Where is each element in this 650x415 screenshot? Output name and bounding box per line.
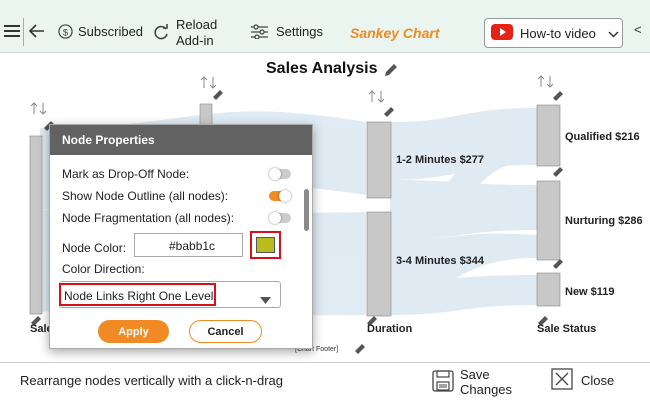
sliders-icon	[251, 24, 268, 39]
pencil-icon[interactable]	[213, 90, 223, 100]
color-direction-value: Node Links Right One Level	[64, 289, 214, 303]
color-swatch[interactable]	[256, 237, 275, 253]
svg-text:$: $	[63, 27, 69, 37]
pencil-icon[interactable]	[385, 64, 397, 76]
link-band	[390, 275, 537, 315]
hamburger-menu-icon[interactable]	[4, 24, 20, 38]
divider	[23, 18, 24, 46]
reload-addin-button[interactable]: Reload Add-in	[152, 17, 217, 49]
close-label: Close	[581, 373, 615, 388]
close-button[interactable]: Close	[551, 368, 614, 393]
node-label-3-4-minutes: 3-4 Minutes $344	[396, 255, 485, 267]
sort-arrows	[30, 75, 554, 115]
node-properties-dialog: Node Properties Mark as Drop-Off Node: S…	[49, 124, 313, 349]
save-label-line2: Changes	[460, 382, 513, 397]
outline-toggle[interactable]	[269, 190, 291, 202]
drop-off-toggle[interactable]	[269, 168, 291, 180]
howto-label: How-to video	[520, 25, 596, 41]
dollar-circle-icon: $	[58, 24, 73, 39]
pencil-icon[interactable]	[553, 259, 563, 269]
collapse-pane-icon[interactable]: <	[634, 22, 642, 37]
reload-label-line1: Reload	[176, 17, 218, 32]
chevron-down-icon	[608, 26, 619, 41]
howto-video-dropdown[interactable]: How-to video	[484, 18, 623, 48]
node-label-qualified: Qualified $216	[565, 131, 640, 143]
dialog-title: Node Properties	[50, 125, 312, 155]
settings-label: Settings	[276, 24, 323, 39]
node-sale[interactable]	[29, 135, 43, 315]
settings-button[interactable]: Settings	[251, 24, 323, 39]
node-new[interactable]	[536, 272, 561, 307]
toolbar: $ Subscribed Reload Add-in Settings Sank…	[0, 0, 650, 53]
pencil-icon[interactable]	[553, 91, 563, 101]
column-label-duration[interactable]: Duration	[367, 323, 412, 335]
node-label-1-2-minutes: 1-2 Minutes $277	[396, 154, 485, 166]
subscribed-button[interactable]: $ Subscribed	[58, 24, 143, 39]
color-swatch-highlight	[250, 231, 281, 259]
sort-arrows-icon[interactable]	[537, 75, 554, 88]
sort-arrows-icon[interactable]	[200, 76, 217, 89]
pencil-icon[interactable]	[384, 107, 394, 117]
outline-label: Show Node Outline (all nodes):	[62, 189, 229, 203]
sort-arrows-icon[interactable]	[30, 102, 47, 115]
node-label-nurturing: Nurturing $286	[565, 215, 643, 227]
node-qualified[interactable]	[536, 104, 561, 167]
chart-title[interactable]: Sales Analysis	[266, 60, 377, 78]
drag-hint: Rearrange nodes vertically with a click-…	[20, 373, 284, 388]
brand-title: Sankey Chart	[350, 25, 440, 41]
fragmentation-label: Node Fragmentation (all nodes):	[62, 211, 235, 225]
apply-button[interactable]: Apply	[98, 320, 169, 343]
save-label-line1: Save	[460, 367, 490, 382]
node-1-2-minutes[interactable]	[366, 121, 392, 199]
save-changes-button[interactable]: Save Changes	[432, 367, 512, 397]
pencil-icon[interactable]	[355, 344, 365, 354]
node-label-new: New $119	[565, 286, 615, 298]
subscribed-label: Subscribed	[78, 24, 144, 39]
back-arrow-icon[interactable]	[29, 24, 45, 38]
pencil-icon[interactable]	[553, 167, 563, 177]
youtube-icon	[491, 23, 513, 43]
save-icon	[432, 369, 454, 395]
cancel-button[interactable]: Cancel	[189, 320, 262, 343]
chevron-down-icon	[260, 291, 271, 309]
color-direction-label: Color Direction:	[62, 262, 145, 276]
node-color-input[interactable]: #babb1c	[134, 233, 243, 257]
drop-off-label: Mark as Drop-Off Node:	[62, 167, 190, 181]
reload-label-line2: Add-in	[176, 33, 214, 48]
node-nurturing[interactable]	[536, 180, 561, 261]
column-label-sale-status[interactable]: Sale Status	[537, 323, 596, 335]
close-icon	[551, 368, 573, 393]
node-3-4-minutes[interactable]	[366, 211, 392, 317]
fragmentation-toggle[interactable]	[269, 212, 291, 224]
dialog-scrollbar-thumb[interactable]	[304, 189, 309, 231]
reload-icon	[152, 24, 170, 42]
node-color-label: Node Color:	[62, 241, 127, 255]
sort-arrows-icon[interactable]	[368, 90, 385, 103]
